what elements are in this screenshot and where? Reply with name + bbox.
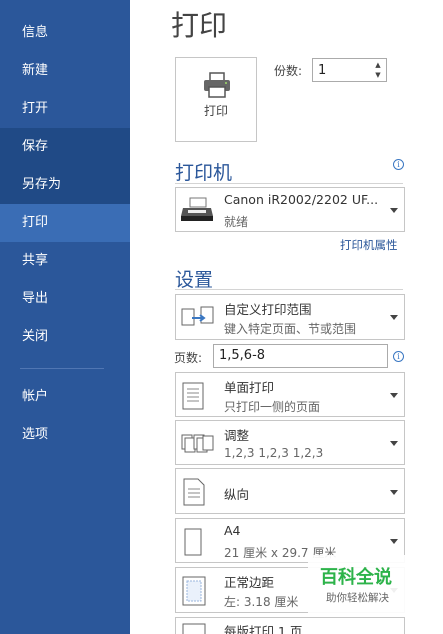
page-title: 打印 — [171, 9, 228, 42]
portrait-icon — [183, 478, 205, 506]
margins-icon — [182, 576, 206, 606]
collate-desc: 1,2,3 1,2,3 1,2,3 — [224, 446, 324, 460]
printer-name: Canon iR2002/2202 UF... — [224, 192, 379, 207]
orientation-select[interactable]: 纵向 — [175, 468, 405, 514]
printer-properties-link[interactable]: 打印机属性 — [340, 237, 398, 253]
copies-stepper[interactable]: 1 ▲ ▼ — [312, 58, 387, 82]
pages-per-sheet-title: 每版打印 1 页 — [224, 624, 303, 634]
watermark-subtitle: 助你轻松解决 — [326, 592, 389, 604]
nav-open[interactable]: 打开 — [0, 90, 130, 128]
single-side-icon — [182, 382, 204, 410]
printer-select[interactable]: Canon iR2002/2202 UF... 就绪 — [175, 187, 405, 232]
backstage-sidebar: 信息 新建 打开 保存 另存为 打印 共享 导出 关闭 帐户 选项 — [0, 0, 130, 634]
collate-select[interactable]: 调整 1,2,3 1,2,3 1,2,3 — [175, 420, 405, 465]
print-button-label: 打印 — [203, 104, 228, 118]
orientation-title: 纵向 — [224, 487, 250, 502]
print-pane: 打印 打印 份数: 1 ▲ ▼ 打印机 i Canon iR2002/2202 … — [130, 0, 443, 634]
nav-export[interactable]: 导出 — [0, 280, 130, 318]
nav-save-as[interactable]: 另存为 — [0, 166, 130, 204]
copies-value: 1 — [318, 63, 327, 78]
paper-size-title: A4 — [224, 523, 241, 538]
nav-account[interactable]: 帐户 — [0, 378, 130, 416]
print-range-select[interactable]: 自定义打印范围 键入特定页面、节或范围 — [175, 294, 405, 340]
info-icon[interactable]: i — [393, 159, 404, 170]
nav-save[interactable]: 保存 — [0, 128, 130, 166]
chevron-down-icon — [390, 441, 398, 446]
print-button[interactable]: 打印 — [175, 57, 257, 142]
watermark: 百科全说 助你轻松解决 — [308, 555, 443, 613]
nav-close[interactable]: 关闭 — [0, 318, 130, 356]
spin-up-icon[interactable]: ▲ — [373, 61, 383, 70]
nav-print[interactable]: 打印 — [0, 204, 130, 242]
pages-per-sheet-select[interactable]: 每版打印 1 页 — [175, 617, 405, 634]
print-range-desc: 键入特定页面、节或范围 — [224, 322, 357, 336]
nav-new[interactable]: 新建 — [0, 52, 130, 90]
sides-title: 单面打印 — [224, 380, 275, 395]
sides-desc: 只打印一侧的页面 — [224, 400, 321, 414]
pages-per-sheet-icon — [182, 623, 206, 634]
collate-title: 调整 — [224, 428, 250, 443]
spin-down-icon[interactable]: ▼ — [373, 71, 383, 80]
chevron-down-icon — [390, 539, 398, 544]
pages-input[interactable]: 1,5,6-8 — [213, 344, 388, 368]
settings-divider — [175, 289, 403, 290]
paper-icon — [184, 528, 202, 556]
chevron-down-icon — [390, 315, 398, 320]
print-range-title: 自定义打印范围 — [224, 302, 312, 317]
nav-info[interactable]: 信息 — [0, 14, 130, 52]
watermark-title: 百科全说 — [320, 567, 392, 588]
printer-heading: 打印机 — [175, 162, 233, 184]
settings-heading: 设置 — [175, 269, 214, 291]
printer-icon — [204, 72, 230, 98]
sidebar-divider — [20, 368, 104, 369]
nav-share[interactable]: 共享 — [0, 242, 130, 280]
collate-icon — [181, 434, 214, 453]
chevron-down-icon — [390, 393, 398, 398]
pages-range-icon — [181, 306, 214, 326]
chevron-down-icon — [390, 208, 398, 213]
printer-divider — [175, 183, 403, 184]
margins-title: 正常边距 — [224, 575, 275, 590]
sides-select[interactable]: 单面打印 只打印一侧的页面 — [175, 372, 405, 417]
printer-status: 就绪 — [224, 215, 249, 229]
margins-desc: 左: 3.18 厘米 — [224, 595, 299, 609]
nav-options[interactable]: 选项 — [0, 416, 130, 454]
pages-label: 页数: — [174, 351, 203, 365]
info-icon[interactable]: i — [393, 351, 404, 362]
copies-label: 份数: — [274, 64, 303, 78]
chevron-down-icon — [390, 490, 398, 495]
printer-device-icon — [181, 197, 213, 221]
